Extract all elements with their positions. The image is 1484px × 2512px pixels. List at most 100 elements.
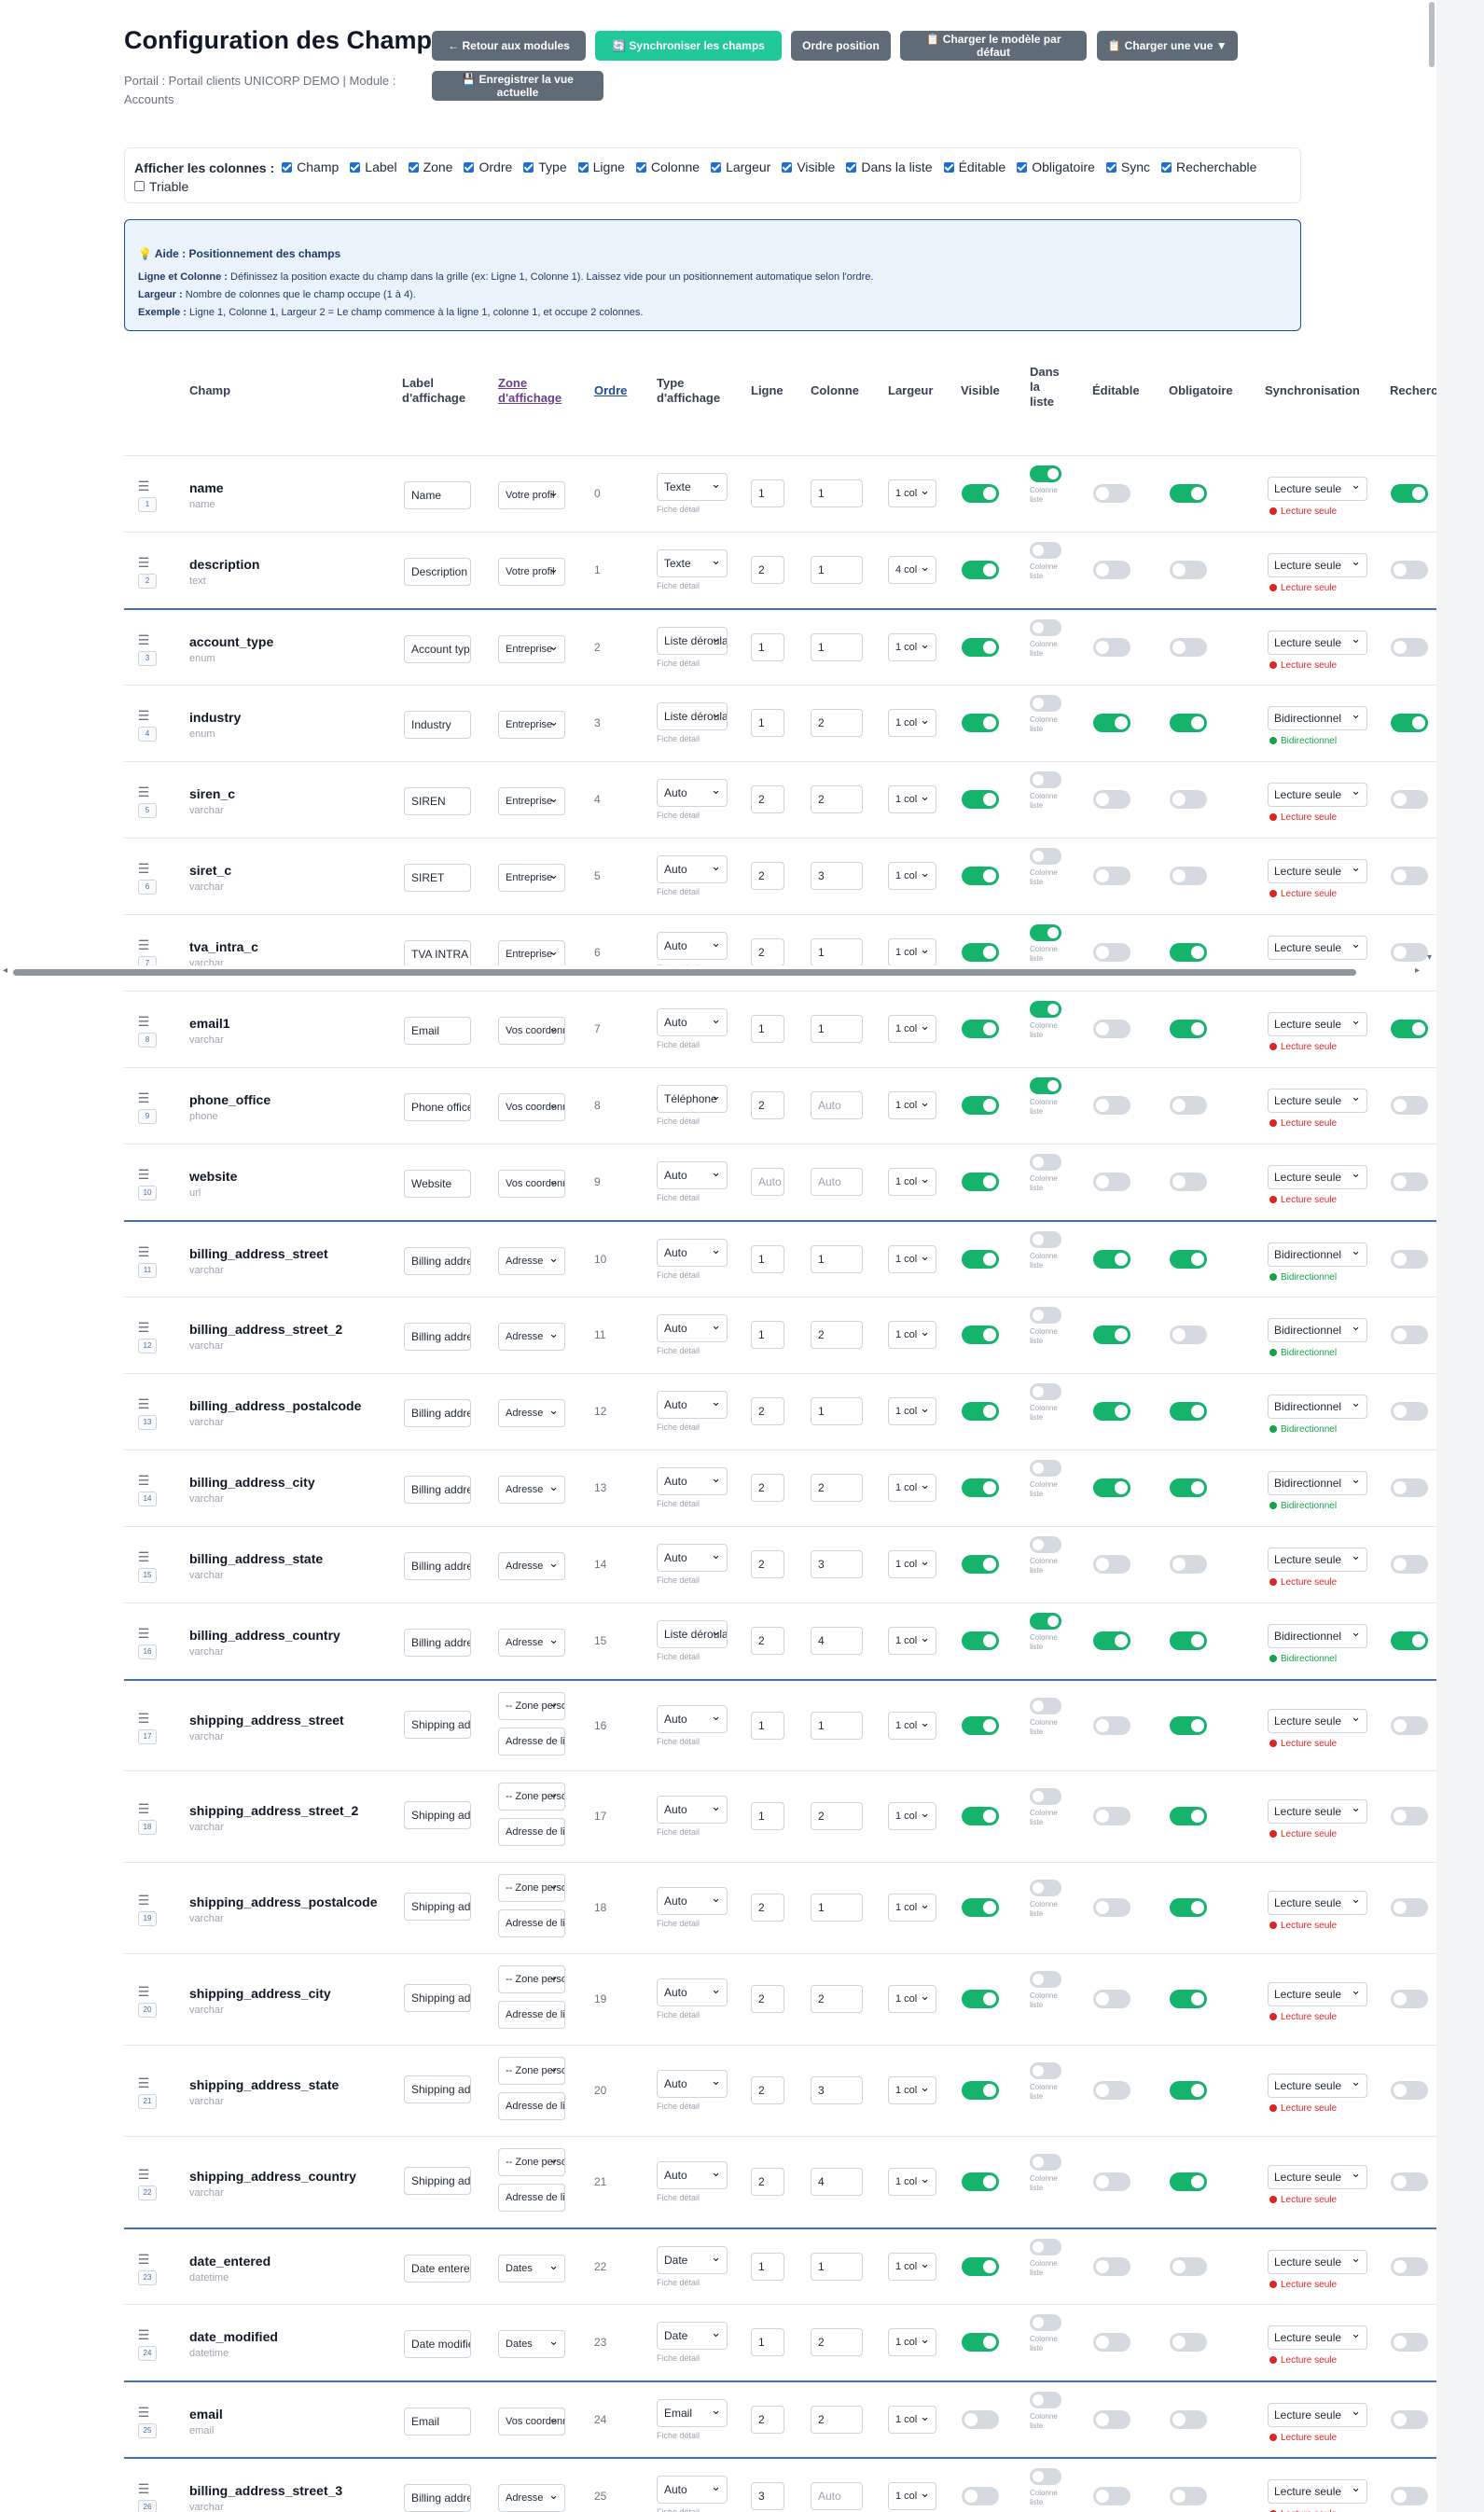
column-input[interactable]: 1 [811, 1712, 863, 1740]
display-type-select[interactable]: Auto [657, 1796, 728, 1824]
sync-select[interactable]: Lecture seule [1268, 553, 1367, 577]
width-select[interactable]: 1 col [888, 1985, 936, 2013]
zone-select[interactable]: -- Zone personnalisée -- [498, 1965, 565, 1993]
zone-select[interactable]: -- Zone personnalisée -- [498, 1783, 565, 1811]
row-input[interactable]: 2 [751, 1894, 784, 1922]
list-toggle[interactable] [1030, 2239, 1061, 2255]
drag-handle-icon[interactable]: ☰ [137, 1626, 150, 1642]
searchable-toggle[interactable] [1391, 484, 1428, 503]
row-input[interactable]: 1 [751, 1245, 784, 1273]
sync-select[interactable]: Lecture seule [1268, 2074, 1367, 2098]
searchable-toggle[interactable] [1391, 1716, 1428, 1735]
width-select[interactable]: 1 col [888, 2253, 936, 2281]
column-toggle-checkbox[interactable]: Type [523, 158, 567, 176]
zone-select[interactable]: Adresse [498, 1323, 565, 1351]
scroll-right-arrow-icon[interactable]: ▸ [1415, 965, 1420, 976]
display-type-select[interactable]: Texte [657, 549, 728, 577]
column-toggle-checkbox[interactable]: Visible [782, 158, 835, 176]
label-input[interactable]: Shipping address city [404, 1984, 471, 2012]
editable-toggle[interactable] [1093, 1325, 1130, 1344]
row-input[interactable]: 2 [751, 938, 784, 966]
column-input[interactable]: 1 [811, 938, 863, 966]
sync-select[interactable]: Lecture seule [1268, 936, 1367, 960]
scroll-down-arrow-icon[interactable]: ▾ [1427, 952, 1432, 963]
column-input[interactable]: 1 [811, 1397, 863, 1425]
back-button[interactable]: ← Retour aux modules [432, 31, 586, 61]
checkbox-unchecked-icon[interactable] [134, 181, 145, 191]
list-toggle[interactable] [1030, 619, 1061, 636]
visible-toggle[interactable] [962, 1807, 999, 1825]
sync-select[interactable]: Bidirectionnel [1268, 706, 1367, 730]
sync-select[interactable]: Lecture seule [1268, 1891, 1367, 1915]
sync-select[interactable]: Lecture seule [1268, 2403, 1367, 2427]
visible-toggle[interactable] [962, 2081, 999, 2100]
column-input[interactable]: 2 [811, 1985, 863, 2013]
display-type-select[interactable]: Auto [657, 1705, 728, 1733]
required-toggle[interactable] [1170, 1807, 1207, 1825]
column-toggle-checkbox[interactable]: Largeur [711, 158, 770, 176]
order-position-button[interactable]: Ordre position [791, 31, 891, 61]
visible-toggle[interactable] [962, 867, 999, 885]
column-input[interactable]: 2 [811, 1474, 863, 1502]
display-type-select[interactable]: Auto [657, 2476, 728, 2504]
editable-toggle[interactable] [1093, 1478, 1130, 1497]
checkbox-checked-icon[interactable] [1105, 161, 1116, 173]
drag-handle-icon[interactable]: ☰ [137, 861, 150, 877]
sync-select[interactable]: Bidirectionnel [1268, 1624, 1367, 1648]
sync-select[interactable]: Lecture seule [1268, 783, 1367, 807]
required-toggle[interactable] [1170, 638, 1207, 657]
zone-select[interactable]: Entreprise [498, 864, 565, 892]
width-select[interactable]: 1 col [888, 1550, 936, 1578]
required-toggle[interactable] [1170, 1631, 1207, 1650]
editable-toggle[interactable] [1093, 2410, 1130, 2429]
zone-select[interactable]: Vos coordonnées [498, 1093, 565, 1121]
column-toggle-checkbox[interactable]: Dans la liste [846, 158, 933, 176]
width-select[interactable]: 1 col [888, 633, 936, 661]
drag-handle-icon[interactable]: ☰ [137, 2167, 150, 2183]
editable-toggle[interactable] [1093, 867, 1130, 885]
zone-select[interactable]: -- Zone personnalisée -- [498, 1692, 565, 1720]
display-type-select[interactable]: Auto [657, 1978, 728, 2006]
searchable-toggle[interactable] [1391, 638, 1428, 657]
searchable-toggle[interactable] [1391, 1478, 1428, 1497]
editable-toggle[interactable] [1093, 1173, 1130, 1191]
required-toggle[interactable] [1170, 1478, 1207, 1497]
column-input[interactable]: 2 [811, 785, 863, 813]
display-type-select[interactable]: Date [657, 2322, 728, 2350]
drag-handle-icon[interactable]: ☰ [137, 1244, 150, 1260]
checkbox-checked-icon[interactable] [577, 161, 589, 173]
column-input[interactable]: 1 [811, 2253, 863, 2281]
column-input[interactable]: 2 [811, 1321, 863, 1349]
column-toggle-checkbox[interactable]: Sync [1105, 158, 1150, 176]
sync-select[interactable]: Lecture seule [1268, 1709, 1367, 1733]
row-input[interactable]: 2 [751, 785, 784, 813]
searchable-toggle[interactable] [1391, 1898, 1428, 1917]
drag-handle-icon[interactable]: ☰ [137, 784, 150, 800]
row-input[interactable]: 2 [751, 1627, 784, 1655]
label-input[interactable]: Billing address street 2 [404, 1323, 471, 1351]
width-select[interactable]: 1 col [888, 1474, 936, 1502]
required-toggle[interactable] [1170, 867, 1207, 885]
drag-handle-icon[interactable]: ☰ [137, 2075, 150, 2091]
list-toggle[interactable] [1030, 1001, 1061, 1018]
drag-handle-icon[interactable]: ☰ [137, 632, 150, 648]
drag-handle-icon[interactable]: ☰ [137, 937, 150, 953]
label-input[interactable]: Website [404, 1170, 471, 1198]
width-select[interactable]: 1 col [888, 785, 936, 813]
width-select[interactable]: 1 col [888, 2076, 936, 2104]
sync-select[interactable]: Lecture seule [1268, 2479, 1367, 2504]
display-type-select[interactable]: Auto [657, 1544, 728, 1572]
row-input[interactable]: 1 [751, 2328, 784, 2356]
width-select[interactable]: 1 col [888, 1802, 936, 1830]
column-toggle-checkbox[interactable]: Ligne [577, 158, 625, 176]
label-input[interactable]: Billing address state [404, 1552, 471, 1580]
visible-toggle[interactable] [962, 2257, 999, 2276]
width-select[interactable]: 1 col [888, 1245, 936, 1273]
editable-toggle[interactable] [1093, 2333, 1130, 2352]
column-input[interactable]: 1 [811, 479, 863, 507]
required-toggle[interactable] [1170, 1716, 1207, 1735]
editable-toggle[interactable] [1093, 1807, 1130, 1825]
list-toggle[interactable] [1030, 771, 1061, 788]
zone-select[interactable]: Adresse [498, 1476, 565, 1504]
list-toggle[interactable] [1030, 1613, 1061, 1630]
